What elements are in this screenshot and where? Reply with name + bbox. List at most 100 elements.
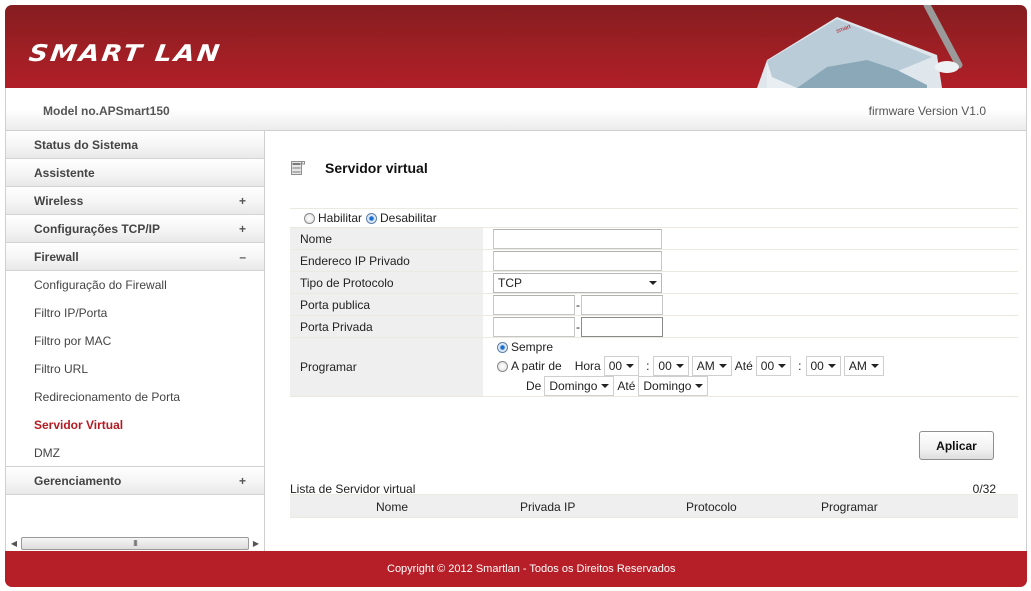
- private-port-end-input[interactable]: [581, 316, 663, 337]
- public-port-start-input[interactable]: [493, 294, 575, 315]
- end-day-value: Domingo: [643, 379, 692, 393]
- private-port-start-input[interactable]: [493, 316, 575, 337]
- sidebar-item-mac-filter[interactable]: Filtro por MAC: [6, 327, 264, 355]
- end-ampm-select[interactable]: AM: [843, 356, 884, 376]
- chevron-down-icon: [695, 384, 704, 388]
- sidebar-item-dmz[interactable]: DMZ: [6, 439, 264, 467]
- sidebar-item-ip-port-filter[interactable]: Filtro IP/Porta: [6, 299, 264, 327]
- column-header-private-ip: Privada IP: [520, 500, 576, 514]
- scroll-left-icon[interactable]: ◀: [7, 539, 21, 548]
- sidebar-item-firewall[interactable]: Firewall –: [6, 243, 264, 271]
- private-ip-input[interactable]: [493, 250, 662, 271]
- horizontal-scrollbar[interactable]: ◀ III ▶: [7, 536, 263, 551]
- sidebar-item-management[interactable]: Gerenciamento +: [6, 467, 264, 495]
- name-input[interactable]: [493, 228, 662, 249]
- scroll-right-icon[interactable]: ▶: [249, 539, 263, 548]
- private-ip-label: Endereco IP Privado: [290, 250, 483, 271]
- public-port-row: Porta publica -: [290, 293, 1018, 315]
- schedule-label: Programar: [290, 338, 483, 396]
- info-bar: Model no.APSmart150 firmware Version V1.…: [5, 88, 1027, 131]
- protocol-row: Tipo de Protocolo TCP: [290, 271, 1018, 293]
- end-ampm-value: AM: [848, 359, 867, 373]
- copyright-text: Copyright © 2012 Smartlan - Todos os Dir…: [387, 563, 676, 575]
- divider: [290, 201, 1018, 209]
- schedule-day-option: De Domingo Até Domingo: [497, 376, 711, 396]
- end-minute-select[interactable]: 00: [805, 356, 841, 376]
- enable-label: Habilitar: [318, 211, 363, 225]
- private-port-row: Porta Privada -: [290, 315, 1018, 337]
- router-image-icon: smart: [757, 5, 963, 88]
- sidebar-item-tcpip[interactable]: Configurações TCP/IP +: [6, 215, 264, 243]
- name-row: Nome: [290, 227, 1018, 249]
- start-hour-value: 00: [608, 359, 623, 373]
- range-separator: -: [576, 319, 580, 334]
- divider: [290, 396, 1018, 397]
- colon-separator: :: [798, 359, 802, 373]
- start-minute-select[interactable]: 00: [653, 356, 689, 376]
- minus-icon[interactable]: –: [239, 250, 246, 264]
- chevron-down-icon: [870, 364, 879, 368]
- private-port-label: Porta Privada: [290, 316, 483, 337]
- end-hour-value: 00: [760, 359, 775, 373]
- chevron-down-icon: [649, 280, 657, 285]
- end-minute-value: 00: [810, 359, 824, 373]
- sidebar-item-label: Wireless: [34, 193, 84, 208]
- sidebar-item-label: Configurações TCP/IP: [34, 221, 161, 236]
- sidebar-item-label: Firewall: [34, 249, 79, 264]
- list-header: Nome Privada IP Protocolo Programar: [290, 494, 1018, 518]
- disable-label: Desabilitar: [380, 211, 437, 225]
- column-header-schedule: Programar: [821, 500, 878, 514]
- until-label: Até: [734, 359, 753, 373]
- enable-radio[interactable]: [304, 212, 315, 224]
- chevron-down-icon: [675, 364, 684, 368]
- server-list-icon: [291, 161, 305, 175]
- sidebar-item-port-forwarding[interactable]: Redirecionamento de Porta: [6, 383, 264, 411]
- sidebar-item-virtual-server[interactable]: Servidor Virtual: [6, 411, 264, 439]
- enable-toggle-group: Habilitar Desabilitar: [290, 209, 1018, 227]
- sidebar-item-status[interactable]: Status do Sistema: [6, 131, 264, 159]
- page-title: Servidor virtual: [325, 160, 428, 176]
- sidebar-item-label: Status do Sistema: [34, 137, 139, 152]
- sidebar-item-url-filter[interactable]: Filtro URL: [6, 355, 264, 383]
- start-hour-select[interactable]: 00: [603, 356, 640, 376]
- start-day-select[interactable]: Domingo: [544, 376, 615, 396]
- protocol-value: TCP: [498, 275, 522, 290]
- page-frame: SMART LAN smart Model no.APSmart150 firm…: [5, 5, 1027, 587]
- chevron-down-icon: [778, 364, 787, 368]
- end-day-select[interactable]: Domingo: [638, 376, 709, 396]
- sidebar-item-wireless[interactable]: Wireless +: [6, 187, 264, 215]
- plus-icon[interactable]: +: [239, 474, 246, 488]
- start-ampm-select[interactable]: AM: [691, 356, 732, 376]
- footer: Copyright © 2012 Smartlan - Todos os Dir…: [5, 551, 1027, 587]
- schedule-row: Programar Sempre A patir de Hora 00 : 00…: [290, 337, 1018, 396]
- chevron-down-icon: [601, 384, 610, 388]
- header-banner: SMART LAN smart: [5, 5, 1027, 88]
- virtual-server-form: Habilitar Desabilitar Nome Endereco IP P…: [290, 201, 1018, 397]
- plus-icon[interactable]: +: [239, 194, 246, 208]
- plus-icon[interactable]: +: [239, 222, 246, 236]
- column-header-name: Nome: [376, 500, 409, 514]
- disable-radio[interactable]: [366, 212, 378, 224]
- main-content: Servidor virtual Habilitar Desabilitar N…: [265, 131, 1027, 551]
- sidebar-item-firewall-config[interactable]: Configuração do Firewall: [6, 271, 264, 299]
- start-ampm-value: AM: [696, 359, 715, 373]
- public-port-end-input[interactable]: [581, 294, 663, 315]
- scroll-thumb[interactable]: III: [21, 537, 249, 550]
- time-range-radio[interactable]: [497, 360, 508, 372]
- page-header: Servidor virtual: [291, 160, 428, 176]
- firmware-version: firmware Version V1.0: [868, 104, 986, 118]
- apply-button[interactable]: Aplicar: [919, 431, 994, 460]
- sidebar-item-label: Gerenciamento: [34, 473, 122, 488]
- from-label: A patir de: [511, 359, 562, 373]
- private-ip-row: Endereco IP Privado: [290, 249, 1018, 271]
- end-hour-select[interactable]: 00: [755, 356, 792, 376]
- always-radio[interactable]: [497, 341, 508, 353]
- model-number: Model no.APSmart150: [43, 104, 170, 118]
- sidebar-nav: Status do Sistema Assistente Wireless + C…: [5, 131, 265, 551]
- protocol-select[interactable]: TCP: [493, 272, 662, 293]
- day-until-label: Até: [617, 379, 636, 393]
- public-port-label: Porta publica: [290, 294, 483, 315]
- start-day-value: Domingo: [549, 379, 598, 393]
- sidebar-item-assistant[interactable]: Assistente: [6, 159, 264, 187]
- chevron-down-icon: [827, 364, 836, 368]
